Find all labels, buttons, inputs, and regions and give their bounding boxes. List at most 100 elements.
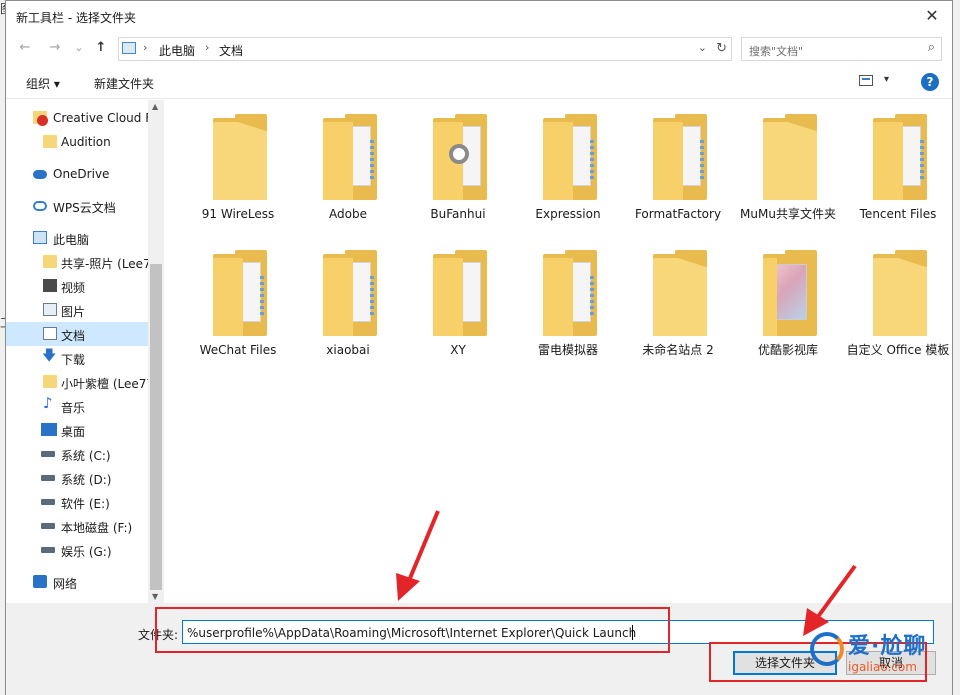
refresh-icon[interactable]: ↻ [716,41,727,56]
address-bar[interactable]: › 此电脑 › 文档 ⌄ ↻ [118,37,732,61]
folder-name: WeChat Files [199,343,277,357]
folder-icon [43,375,57,388]
sidebar-item-downloads[interactable]: 🡇 下载 [6,346,148,370]
sidebar-item-label: Audition [61,135,111,149]
search-icon[interactable]: ⌕ [928,40,935,55]
sidebar-scrollbar[interactable]: ▲ ▼ [148,100,164,603]
sidebar-item-audition[interactable]: Audition [6,130,148,154]
onedrive-icon [33,170,47,179]
folder-icon [433,250,487,336]
folder-item[interactable]: xiaobai [296,238,400,370]
music-icon: ♪ [43,394,53,412]
folder-item[interactable]: MuMu共享文件夹 [736,102,840,234]
folder-item[interactable]: 未命名站点 2 [626,238,730,370]
breadcrumb-documents[interactable]: 文档 [219,42,243,59]
sidebar-item-music[interactable]: ♪ 音乐 [6,394,148,418]
photo-thumbnail [773,264,807,320]
folder-name: 未命名站点 2 [642,343,714,357]
new-folder-button[interactable]: 新建文件夹 [94,75,154,92]
this-pc-icon [122,42,136,54]
scrollbar-thumb[interactable] [150,264,162,590]
sidebar-item-label: 本地磁盘 (F:) [61,521,133,535]
sidebar-item-label: 共享-照片 (Lee7 [61,257,148,271]
folder-icon [433,114,487,200]
folder-item[interactable]: FormatFactory [626,102,730,234]
folder-item[interactable]: Expression [516,102,620,234]
folder-icon [763,250,817,336]
scroll-up-icon[interactable]: ▲ [152,102,158,111]
folder-icon [213,114,267,200]
recent-locations-button[interactable]: ⌄ [68,37,90,59]
sidebar-item-network[interactable]: 网络 [6,570,148,594]
sidebar-item-this-pc[interactable]: 此电脑 [6,226,148,250]
folder-item[interactable]: Adobe [296,102,400,234]
sidebar-item-wps-cloud[interactable]: WPS云文档 [6,194,148,218]
creative-cloud-icon [37,115,48,126]
drive-icon [41,523,55,529]
folder-item[interactable]: XY [406,238,510,370]
sidebar-item-shared-photos[interactable]: 共享-照片 (Lee7 [6,250,148,274]
sidebar-item-pictures[interactable]: 图片 [6,298,148,322]
breadcrumb-separator: › [143,41,148,54]
folder-item[interactable]: 91 WireLess [186,102,290,234]
folder-icon [543,250,597,336]
folder-item[interactable]: Tencent Files [846,102,950,234]
sidebar-item-creative-cloud[interactable]: Creative Cloud F [6,106,148,130]
search-input[interactable]: 搜索"文档" ⌕ [741,37,942,61]
folder-name: FormatFactory [634,207,722,221]
address-dropdown-icon[interactable]: ⌄ [698,41,707,54]
drive-icon [41,499,55,505]
forward-button[interactable]: → [44,37,66,59]
help-icon[interactable]: ? [921,73,939,91]
sidebar-item-drive-g[interactable]: 娱乐 (G:) [6,538,148,562]
sidebar-item-drive-d[interactable]: 系统 (D:) [6,466,148,490]
drive-icon [41,547,55,553]
folder-icon [763,114,817,200]
file-list: 91 WireLess Adobe BuFanhui Expression Fo… [164,100,952,603]
folder-item[interactable]: WeChat Files [186,238,290,370]
network-icon [33,575,47,588]
search-placeholder: 搜索"文档" [749,45,804,58]
pictures-icon [43,303,57,316]
watermark-title: 爱·尬聊 [848,634,927,659]
command-toolbar: 组织 ▾ 新建文件夹 ▾ ? [6,65,952,99]
sidebar-item-drive-f[interactable]: 本地磁盘 (F:) [6,514,148,538]
folder-name: MuMu共享文件夹 [740,207,836,221]
sidebar-item-onedrive[interactable]: OneDrive [6,162,148,186]
sidebar-item-xiaoyezitan[interactable]: 小叶紫檀 (Lee77 [6,370,148,394]
sidebar-item-videos[interactable]: 视频 [6,274,148,298]
folder-icon [213,250,267,336]
folder-item[interactable]: 自定义 Office 模板 [846,238,950,370]
sidebar-item-documents[interactable]: 文档 [6,322,148,346]
sidebar-item-label: 视频 [61,281,86,295]
folder-item[interactable]: 优酷影视库 [736,238,840,370]
sidebar-item-label: 系统 (D:) [61,473,112,487]
navigation-pane: Creative Cloud F Audition OneDrive WPS云文… [6,100,164,603]
window-title: 新工具栏 - 选择文件夹 [16,11,136,25]
folder-name: BuFanhui [430,207,486,221]
sidebar-item-drive-c[interactable]: 系统 (C:) [6,442,148,466]
scroll-down-icon[interactable]: ▼ [152,592,158,601]
view-options-icon[interactable] [859,75,873,86]
gear-icon [449,144,469,164]
close-button[interactable]: ✕ [912,1,952,31]
folder-icon [653,250,707,336]
folder-icon [873,114,927,200]
annotation-arrow-path [396,510,440,601]
up-button[interactable]: ↑ [90,37,112,59]
view-options-dropdown-icon[interactable]: ▾ [884,74,889,85]
folder-item[interactable]: 雷电模拟器 [516,238,620,370]
organize-button[interactable]: 组织 ▾ [26,75,60,92]
back-button[interactable]: ← [14,37,36,59]
folder-item[interactable]: BuFanhui [406,102,510,234]
folder-icon [323,114,377,200]
folder-name: Adobe [329,207,367,221]
folder-name: 自定义 Office 模板 [846,343,950,357]
sidebar-item-label: 文档 [61,329,86,343]
sidebar-item-label: 娱乐 (G:) [61,545,112,559]
sidebar-item-drive-e[interactable]: 软件 (E:) [6,490,148,514]
title-bar: 新工具栏 - 选择文件夹 ✕ [6,1,952,33]
sidebar-item-label: 此电脑 [53,233,90,247]
breadcrumb-this-pc[interactable]: 此电脑 [159,42,195,59]
sidebar-item-desktop[interactable]: 桌面 [6,418,148,442]
